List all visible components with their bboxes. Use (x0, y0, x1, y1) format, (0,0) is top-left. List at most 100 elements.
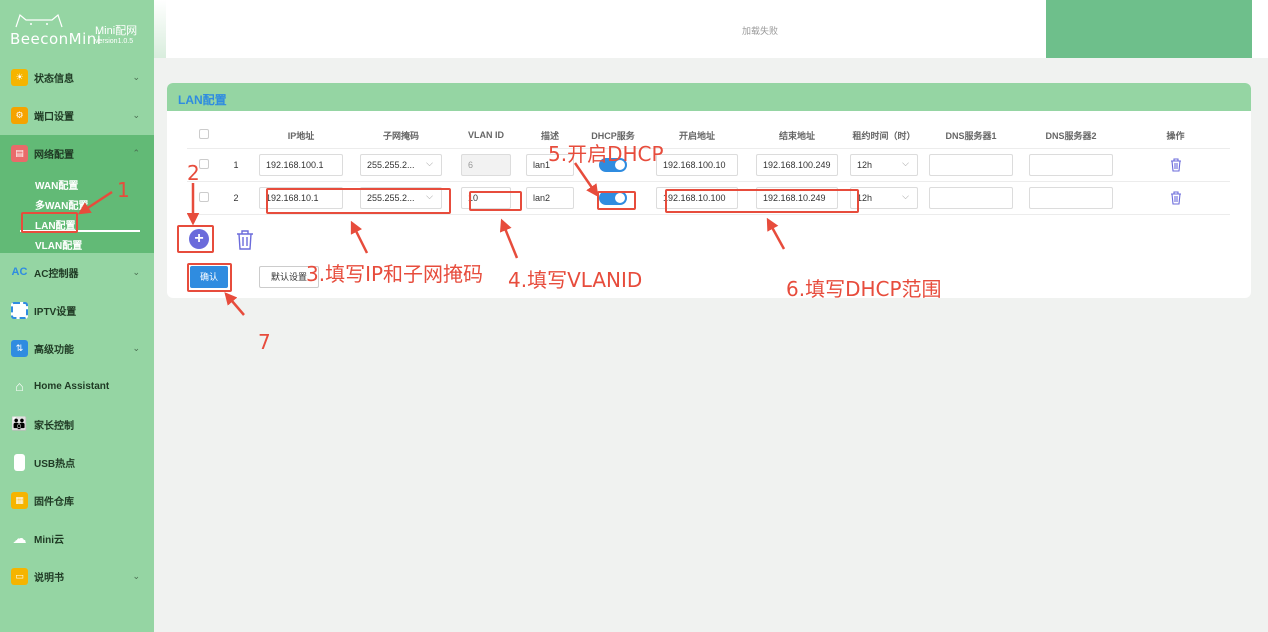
vlan-input[interactable]: 6 (461, 153, 511, 176)
sidebar-item-label: 高级功能 (34, 344, 74, 356)
sidebar-item-label: USB热点 (34, 458, 76, 470)
advanced-icon: ⇅ (11, 339, 28, 357)
table-header: IP地址 子网掩码 VLAN ID 描述 DHCP服务 开启地址 结束地址 租约… (187, 123, 1230, 149)
annotation-step-3: 3.填写IP和子网掩码 (306, 262, 484, 286)
sidebar-item-usb[interactable]: USB热点 (0, 444, 154, 480)
sidebar-item-advanced[interactable]: ⇅ 高级功能 ⌄ (0, 330, 154, 366)
row-index: 1 (221, 148, 251, 182)
col-dns1: DNS服务器1 (921, 123, 1021, 149)
start-address-input[interactable]: 192.168.100.10 (656, 153, 738, 176)
delete-selected-trash-icon[interactable] (234, 229, 256, 251)
lease-select[interactable]: 12h (850, 153, 918, 176)
annotation-box-ip-mask (266, 188, 451, 214)
end-address-input[interactable]: 192.168.100.249 (756, 153, 838, 176)
annotation-step-1: 1 (117, 178, 130, 202)
dns1-input[interactable] (929, 186, 1013, 209)
trash-icon[interactable] (1168, 157, 1184, 173)
chevron-down-icon: ⌄ (132, 71, 140, 82)
sidebar-item-label: Home Assistant (34, 380, 110, 392)
annotation-step-4: 4.填写VLANID (508, 268, 643, 292)
chevron-down-icon: ⌄ (132, 342, 140, 353)
sidebar-item-status[interactable]: ☀ 状态信息 ⌄ (0, 59, 154, 95)
sidebar-item-family[interactable]: 👪 家长控制 (0, 406, 154, 442)
chevron-down-icon: ⌄ (132, 570, 140, 581)
sidebar-item-label: AC控制器 (34, 268, 79, 280)
annotation-box-lan (21, 212, 78, 233)
sidebar-item-label: Mini云 (34, 534, 64, 546)
sidebar-item-label: IPTV设置 (34, 306, 77, 318)
header-banner (1046, 0, 1252, 58)
dns2-input[interactable] (1029, 153, 1113, 176)
dns2-input[interactable] (1029, 186, 1113, 209)
sidebar-item-cloud[interactable]: ☁ Mini云 (0, 520, 154, 556)
cloud-icon: ☁ (12, 529, 27, 546)
top-header: 加载失败 (154, 0, 1268, 58)
sub-item-multiwan[interactable]: 多WAN配置 (35, 197, 88, 212)
app-title: Mini配网 (95, 25, 138, 37)
ip-input[interactable]: 192.168.100.1 (259, 153, 343, 176)
brand-name: BeeconMini (10, 30, 102, 48)
annotation-step-6: 6.填写DHCP范围 (786, 277, 942, 301)
header-decoration (154, 0, 166, 58)
sidebar-item-firmware[interactable]: ▦ 固件仓库 (0, 482, 154, 518)
chevron-down-icon: ⌄ (132, 266, 140, 277)
port-icon: ⚙ (11, 106, 28, 124)
desc-input[interactable]: lan2 (526, 186, 574, 209)
network-icon: ▤ (11, 144, 28, 162)
col-end: 结束地址 (747, 123, 847, 149)
col-actions: 操作 (1121, 123, 1230, 149)
sidebar-item-home-assistant[interactable]: ⌂ Home Assistant (0, 368, 154, 404)
col-dns2: DNS服务器2 (1021, 123, 1121, 149)
home-icon: ⌂ (15, 378, 24, 394)
select-all-checkbox[interactable] (199, 129, 209, 140)
chevron-up-icon: ⌃ (132, 147, 140, 158)
annotation-box-dhcp (597, 191, 636, 210)
lease-select[interactable]: 12h (850, 186, 918, 209)
annotation-box-range (665, 189, 859, 213)
col-ip: IP地址 (251, 123, 351, 149)
row-checkbox[interactable] (199, 158, 209, 169)
col-mask: 子网掩码 (351, 123, 451, 149)
sub-item-wan[interactable]: WAN配置 (35, 177, 78, 192)
sidebar: BeeconMini Mini配网 version1.0.5 ☀ 状态信息 ⌄ … (0, 0, 154, 632)
sidebar-item-label: 状态信息 (34, 73, 74, 85)
annotation-box-confirm (187, 263, 232, 292)
status-icon: ☀ (11, 68, 28, 86)
sidebar-item-label: 网络配置 (34, 149, 74, 161)
sidebar-item-label: 家长控制 (34, 420, 74, 432)
firmware-icon: ▦ (11, 491, 28, 509)
sidebar-item-label: 说明书 (34, 572, 64, 584)
sidebar-item-manual[interactable]: ▭ 说明书 ⌄ (0, 558, 154, 594)
row-index: 2 (221, 181, 251, 215)
annotation-step-5: 5.开启DHCP (548, 142, 664, 166)
annotation-step-7: 7 (258, 330, 271, 354)
sidebar-item-iptv[interactable]: IPTV设置 (0, 292, 154, 328)
col-vlan: VLAN ID (451, 123, 521, 149)
app-version: version1.0.5 (95, 38, 134, 45)
sidebar-item-network[interactable]: ▤ 网络配置 ⌃ (0, 135, 154, 171)
logo: BeeconMini Mini配网 version1.0.5 (0, 0, 154, 60)
trash-icon[interactable] (1168, 190, 1184, 206)
sidebar-item-ac[interactable]: AC AC控制器 ⌄ (0, 254, 154, 290)
family-icon: 👪 (11, 416, 28, 431)
card-title: LAN配置 (178, 93, 227, 107)
mask-select[interactable]: 255.255.2... (360, 153, 442, 176)
manual-icon: ▭ (11, 567, 28, 585)
cat-logo-icon (15, 13, 63, 28)
dns1-input[interactable] (929, 153, 1013, 176)
annotation-box-add (177, 225, 214, 253)
card-header: LAN配置 (167, 83, 1251, 111)
ac-icon: AC (11, 266, 28, 278)
iptv-icon (11, 301, 28, 319)
row-checkbox[interactable] (199, 191, 209, 202)
sidebar-item-port[interactable]: ⚙ 端口设置 ⌄ (0, 97, 154, 133)
col-lease: 租约时间（时） (847, 123, 921, 149)
load-failed-text: 加载失败 (742, 26, 779, 36)
chevron-down-icon: ⌄ (132, 109, 140, 120)
annotation-step-2: 2 (187, 161, 200, 185)
table-row: 1 192.168.100.1 255.255.2... 6 lan1 192.… (187, 148, 1230, 182)
sub-item-vlan[interactable]: VLAN配置 (35, 237, 82, 252)
sidebar-item-label: 固件仓库 (34, 496, 74, 508)
usb-icon (14, 453, 25, 471)
annotation-box-vlan (469, 191, 522, 211)
